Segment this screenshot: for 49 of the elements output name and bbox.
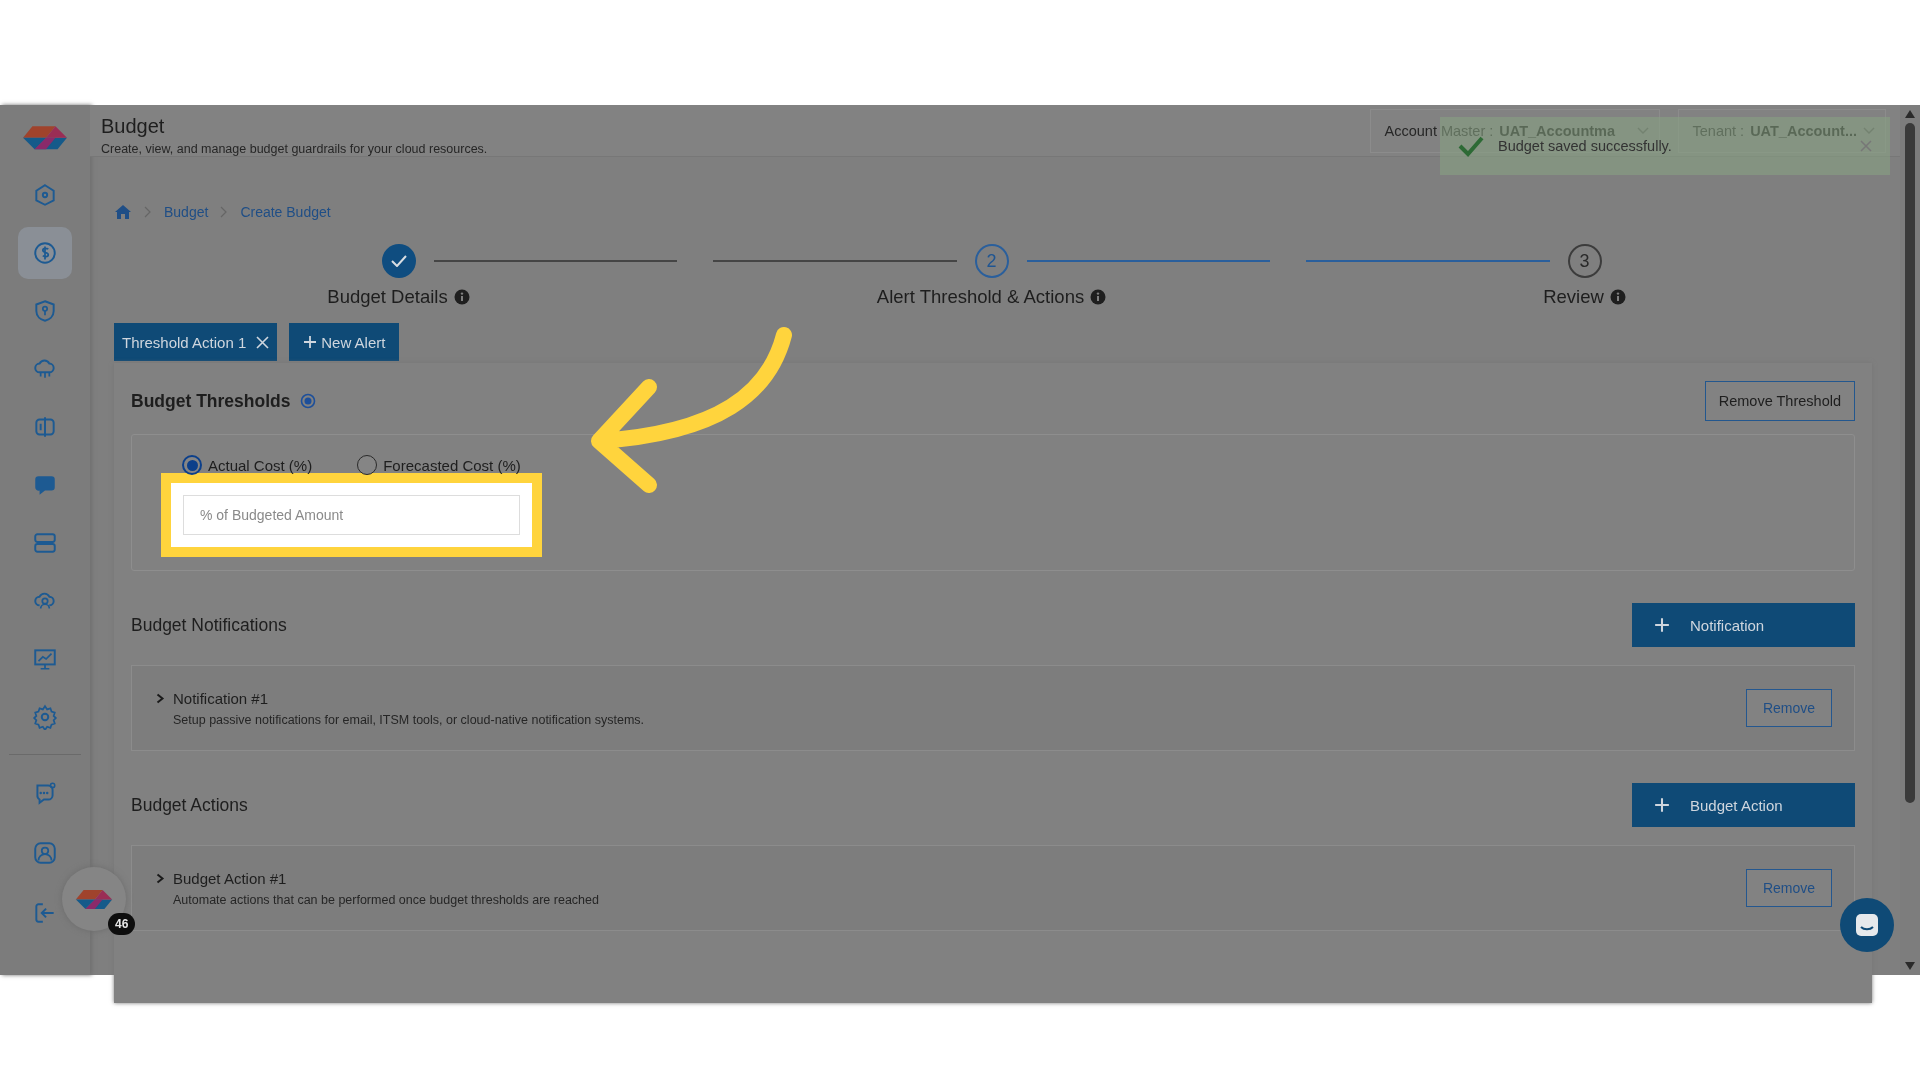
check-icon [1458,135,1484,157]
info-icon[interactable] [1090,289,1107,305]
presentation-chart-icon [32,646,58,673]
panel-toggle[interactable]: Notification #1 [156,689,269,707]
user-profile-icon [32,840,58,867]
remove-threshold-button[interactable]: Remove Threshold [1704,381,1855,421]
panel-description: Automate actions that can be performed once budget thresholds are reached [173,892,599,907]
radio-target-icon [300,393,317,409]
section-title: Budget Notifications [131,614,287,636]
toast-message: Budget saved successfully. [1498,138,1672,154]
info-icon[interactable] [1609,289,1626,305]
plus-icon [1654,797,1670,813]
plus-icon [1654,617,1670,633]
step-label: Review [1543,286,1604,308]
chat-icon [1854,912,1880,938]
add-button[interactable]: Budget Action [1632,783,1855,827]
scroll-up-icon[interactable] [1904,109,1916,119]
chevron-icon [220,206,229,218]
plus-icon [303,335,318,349]
app-logo [75,888,113,910]
section-title: Budget Thresholds [131,390,291,412]
radio-button[interactable] [357,455,378,475]
dollar-icon [32,240,58,267]
shield-icon [32,298,58,325]
threshold-tab[interactable]: Threshold Action 1 [114,323,278,361]
input-field[interactable]: % of Budgeted Amount [183,495,520,535]
remove-button[interactable]: Remove [1746,869,1832,907]
step-number: 3 [1567,244,1602,278]
scroll-down-icon[interactable] [1904,961,1916,971]
page-title: Budget [101,115,166,138]
step-label: Budget Details [327,286,448,308]
chevron-icon [144,206,152,218]
settings-icon [32,704,58,731]
add-button[interactable]: Notification [1632,603,1855,647]
info-icon[interactable] [453,289,470,305]
scrollbar-thumb[interactable] [1905,123,1915,803]
sidebar-item[interactable] [18,227,72,280]
radio-button[interactable] [182,455,202,475]
section-title: Budget Actions [131,794,248,816]
page-subtitle: Create, view, and manage budget guardrails for your cloud resources. [101,142,488,156]
chat-button[interactable] [1840,898,1894,952]
new-alert-button[interactable]: New Alert [289,323,400,361]
app-logo [22,125,68,151]
breadcrumb-link[interactable]: Budget [164,204,209,220]
step-label: Alert Threshold & Actions [876,286,1085,308]
panel-description: Setup passive notifications for email, ITSM tools, or cloud-native notification systems. [173,712,645,727]
panel-toggle[interactable]: Budget Action #1 [156,869,287,887]
step-number: 2 [974,244,1009,278]
remove-button[interactable]: Remove [1746,689,1832,727]
